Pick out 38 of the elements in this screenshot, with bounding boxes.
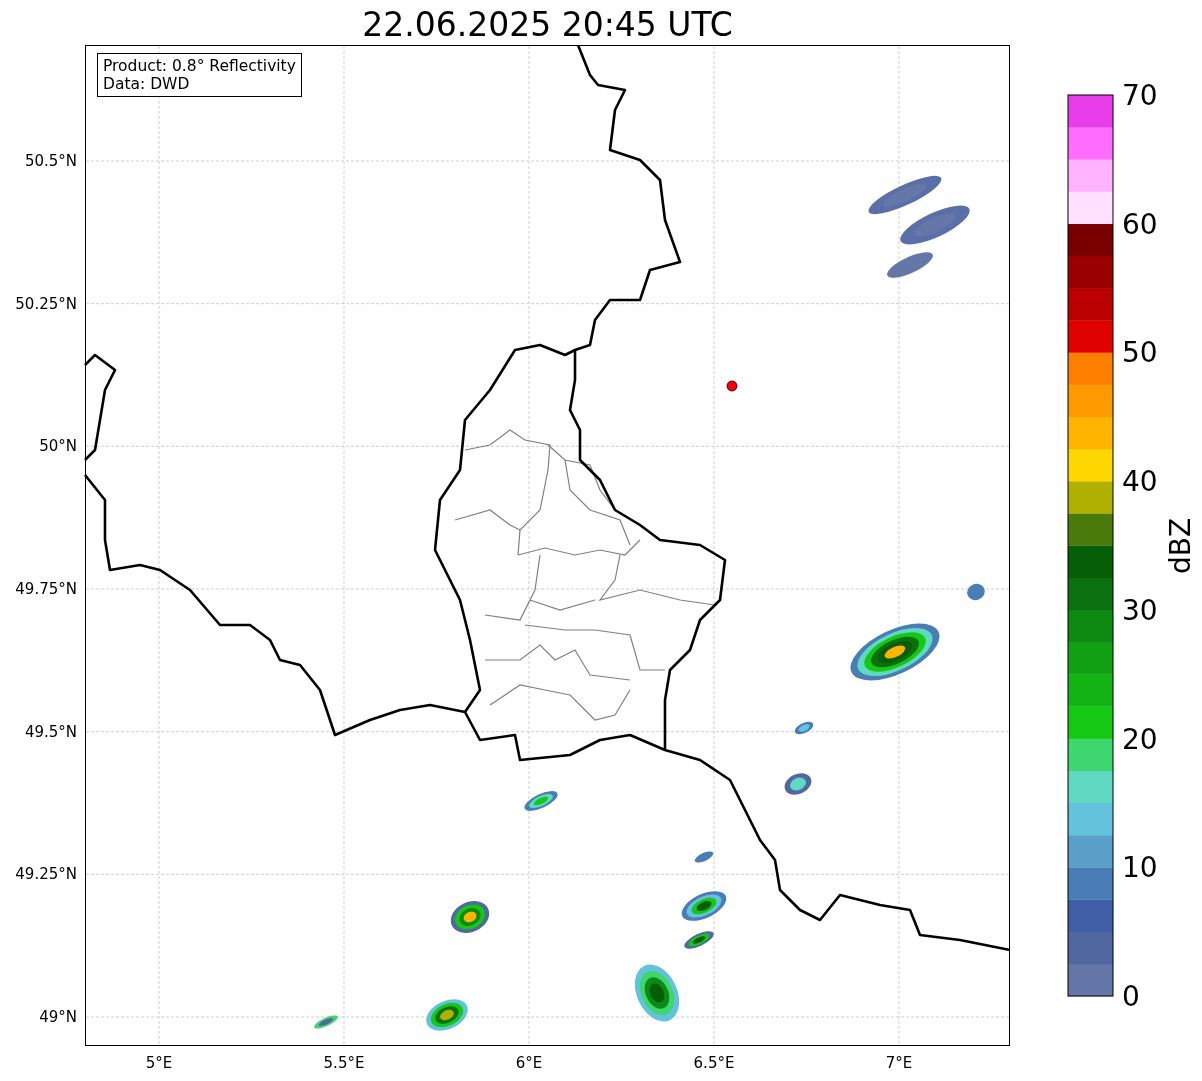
- radar-echo: [794, 721, 814, 735]
- colorbar-label: dBZ: [1164, 517, 1197, 575]
- info-text: Data: DWD: [103, 75, 191, 93]
- radar-echo: [684, 931, 714, 949]
- colorbar-tick-label: 40: [1122, 465, 1158, 499]
- axis-tick-label: 5.5°E: [323, 1054, 365, 1072]
- colorbar-tick-label: 0: [1122, 980, 1140, 1013]
- radar-echo: [450, 901, 490, 933]
- radar-echo: [967, 583, 985, 601]
- colorbar-tick-label: 30: [1122, 593, 1158, 627]
- chart-title: 22.06.2025 20:45 UTC: [361, 4, 734, 45]
- info-text: Product: 0.8° Reflectivity: [103, 57, 296, 75]
- colorbar-tick-label: 60: [1122, 207, 1158, 241]
- radar-echo: [900, 205, 970, 245]
- axis-tick-label: 50°N: [39, 437, 77, 456]
- radar-echo: [314, 1015, 338, 1029]
- axis-tick-label: 50.25°N: [15, 294, 77, 313]
- radar-echo: [681, 891, 727, 921]
- axis-tick-label: 7°E: [885, 1054, 913, 1072]
- colorbar-tick-label: 70: [1122, 79, 1158, 112]
- radar-echo: [634, 964, 680, 1022]
- colorbar-tick-label: 50: [1122, 336, 1158, 370]
- axis-tick-label: 5°E: [145, 1054, 173, 1072]
- radar-echo: [426, 999, 468, 1031]
- axis-tick-label: 49.75°N: [15, 580, 77, 598]
- colorbar-tick-label: 20: [1122, 722, 1158, 756]
- radar-echo: [694, 851, 714, 863]
- colorbar-tick-label: 10: [1122, 851, 1158, 885]
- location-marker: [726, 380, 738, 392]
- radar-echo: [887, 252, 933, 278]
- axis-tick-label: 49.25°N: [15, 865, 77, 884]
- axis-tick-label: 49.5°N: [24, 722, 77, 741]
- axis-tick-label: 6°E: [515, 1054, 543, 1072]
- radar-echo: [784, 773, 812, 795]
- axis-tick-label: 49°N: [39, 1008, 77, 1026]
- radar-echo: [524, 791, 558, 811]
- axis-tick-label: 6.5°E: [693, 1054, 735, 1072]
- axis-tick-label: 50.5°N: [24, 152, 77, 170]
